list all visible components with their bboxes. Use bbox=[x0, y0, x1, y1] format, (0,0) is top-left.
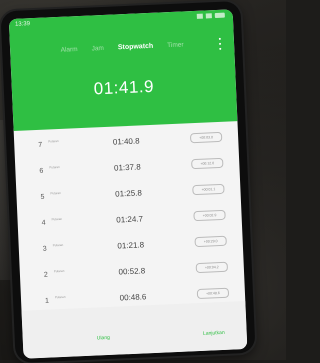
wifi-icon bbox=[205, 13, 212, 19]
status-icons bbox=[196, 12, 225, 19]
phone: 13:39 Alarm Jam Stopwatch Timer 01:41.9 … bbox=[0, 0, 256, 363]
bottom-controls: Ulang Lanjutkan bbox=[21, 300, 248, 359]
tab-jam[interactable]: Jam bbox=[91, 45, 104, 60]
reset-button[interactable]: Ulang bbox=[97, 335, 110, 342]
stopwatch-header: 13:39 Alarm Jam Stopwatch Timer 01:41.9 bbox=[8, 9, 238, 131]
tab-timer[interactable]: Timer bbox=[167, 41, 184, 56]
battery-icon bbox=[214, 12, 225, 19]
lap-diff: +00:01.1 bbox=[192, 183, 225, 196]
phone-screen: 13:39 Alarm Jam Stopwatch Timer 01:41.9 … bbox=[8, 9, 248, 359]
resume-button[interactable]: Lanjutkan bbox=[203, 330, 225, 337]
more-menu-icon[interactable] bbox=[218, 37, 223, 50]
tab-bar: Alarm Jam Stopwatch Timer bbox=[10, 39, 234, 63]
lap-diff: +00:29.0 bbox=[194, 235, 227, 248]
lap-diff: +00:12.0 bbox=[191, 157, 224, 170]
tab-alarm[interactable]: Alarm bbox=[61, 46, 79, 61]
lap-list: 7 Putaran 01:40.8 +00:03.0 6 Putaran 01:… bbox=[14, 127, 246, 317]
stopwatch-elapsed: 01:41.9 bbox=[93, 76, 155, 99]
status-time: 13:39 bbox=[14, 21, 31, 28]
lap-diff: +00:02.9 bbox=[193, 209, 226, 222]
signal-icon bbox=[196, 13, 203, 19]
lap-diff: +00:04.2 bbox=[195, 261, 229, 274]
status-bar: 13:39 bbox=[9, 9, 233, 33]
tab-stopwatch[interactable]: Stopwatch bbox=[118, 43, 154, 59]
lap-diff: +00:48.6 bbox=[196, 287, 230, 300]
lap-diff: +00:03.0 bbox=[189, 131, 223, 144]
